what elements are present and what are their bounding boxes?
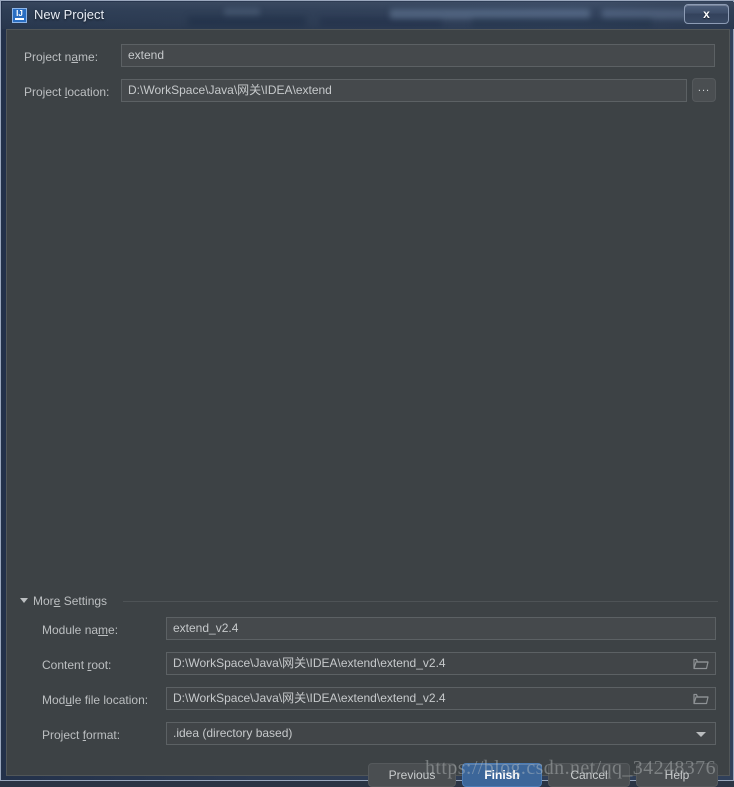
content-root-input[interactable]: D:\WorkSpace\Java\网关\IDEA\extend\extend_… xyxy=(166,652,716,675)
project-name-input[interactable]: extend xyxy=(121,44,715,67)
project-location-label: Project location: xyxy=(24,85,110,99)
module-name-input[interactable]: extend_v2.4 xyxy=(166,617,716,640)
title-bar[interactable]: IJ New Project x xyxy=(2,2,734,29)
window-title: New Project xyxy=(34,7,105,22)
project-format-value: .idea (directory based) xyxy=(173,726,293,740)
close-button[interactable]: x xyxy=(684,4,729,24)
module-file-location-input[interactable]: D:\WorkSpace\Java\网关\IDEA\extend\extend_… xyxy=(166,687,716,710)
dialog-content: Project name: extend Project location: D… xyxy=(6,29,730,787)
ellipsis-icon: ... xyxy=(697,82,711,94)
project-location-browse-button[interactable]: ... xyxy=(692,78,716,102)
background-window-blur xyxy=(188,16,306,27)
more-settings-toggle[interactable]: More Settings xyxy=(20,594,718,608)
intellij-idea-icon-letters: IJ xyxy=(16,9,23,18)
project-format-dropdown[interactable]: .idea (directory based) xyxy=(166,722,716,745)
new-project-dialog-window: IJ New Project x Project name: extend Pr… xyxy=(0,0,734,787)
module-name-label: Module name: xyxy=(42,623,119,637)
more-settings-label: More Settings xyxy=(33,594,108,608)
content-root-label: Content root: xyxy=(42,658,112,672)
chevron-down-icon xyxy=(20,598,28,603)
project-name-label: Project name: xyxy=(24,50,99,64)
module-file-location-label: Module file location: xyxy=(42,693,149,707)
previous-button[interactable]: Previous xyxy=(368,763,456,787)
project-format-label: Project format: xyxy=(42,728,121,742)
folder-icon[interactable] xyxy=(693,657,709,670)
more-settings-separator xyxy=(123,601,718,602)
intellij-idea-icon-bar xyxy=(15,18,24,20)
help-button[interactable]: Help xyxy=(636,763,718,787)
close-icon: x xyxy=(703,7,710,21)
intellij-idea-icon: IJ xyxy=(12,8,27,23)
background-window-blur xyxy=(472,18,652,28)
finish-button[interactable]: Finish xyxy=(462,763,542,787)
chevron-down-icon xyxy=(696,732,706,737)
folder-icon[interactable] xyxy=(693,692,709,705)
project-location-input[interactable]: D:\WorkSpace\Java\网关\IDEA\extend xyxy=(121,79,687,102)
cancel-button[interactable]: Cancel xyxy=(548,763,630,787)
